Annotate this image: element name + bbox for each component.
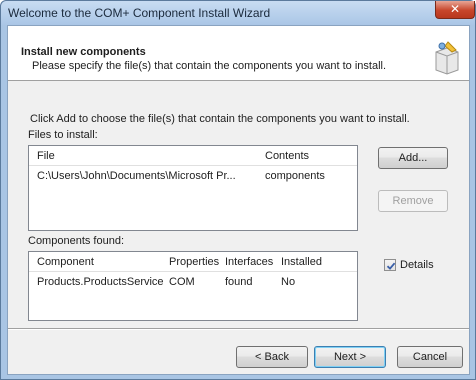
- component-properties: COM: [169, 276, 195, 288]
- add-button[interactable]: Add...: [378, 147, 448, 169]
- components-label: Components found:: [28, 235, 125, 247]
- component-installed: No: [281, 276, 296, 288]
- components-listview[interactable]: Component Properties Interfaces Installe…: [28, 251, 358, 321]
- close-button[interactable]: ✕: [435, 1, 475, 19]
- instruction-text: Click Add to choose the file(s) that con…: [30, 113, 410, 125]
- file-path: C:\Users\John\Documents\Microsoft Pr...: [37, 170, 236, 182]
- close-icon: ✕: [449, 2, 461, 16]
- title-bar[interactable]: Welcome to the COM+ Component Install Wi…: [1, 1, 475, 25]
- remove-button[interactable]: Remove: [378, 190, 448, 212]
- back-button[interactable]: < Back: [236, 346, 308, 368]
- wizard-package-icon: [435, 41, 459, 75]
- window-title: Welcome to the COM+ Component Install Wi…: [8, 6, 271, 20]
- components-header: Component Properties Interfaces Installe…: [29, 252, 357, 272]
- file-contents: components: [265, 170, 325, 182]
- column-contents[interactable]: Contents: [265, 150, 309, 162]
- page-title: Install new components: [21, 46, 146, 58]
- component-interfaces: found: [225, 276, 253, 288]
- files-header: File Contents: [29, 146, 357, 166]
- checkmark-icon: [386, 262, 396, 270]
- column-installed[interactable]: Installed: [281, 256, 322, 268]
- cancel-button[interactable]: Cancel: [397, 346, 463, 368]
- component-name: Products.ProductsService: [37, 276, 164, 288]
- files-label: Files to install:: [28, 129, 98, 141]
- column-component[interactable]: Component: [37, 256, 94, 268]
- dialog-body: Install new components Please specify th…: [7, 25, 470, 375]
- details-checkbox[interactable]: [384, 259, 396, 271]
- wizard-header: Install new components Please specify th…: [8, 26, 469, 81]
- wizard-window: Welcome to the COM+ Component Install Wi…: [0, 0, 476, 380]
- details-label[interactable]: Details: [400, 259, 434, 271]
- column-interfaces[interactable]: Interfaces: [225, 256, 273, 268]
- next-button[interactable]: Next >: [314, 346, 386, 368]
- divider: [8, 328, 469, 330]
- files-listview[interactable]: File Contents C:\Users\John\Documents\Mi…: [28, 145, 358, 231]
- column-file[interactable]: File: [37, 150, 55, 162]
- column-properties[interactable]: Properties: [169, 256, 219, 268]
- page-subtitle: Please specify the file(s) that contain …: [32, 60, 387, 72]
